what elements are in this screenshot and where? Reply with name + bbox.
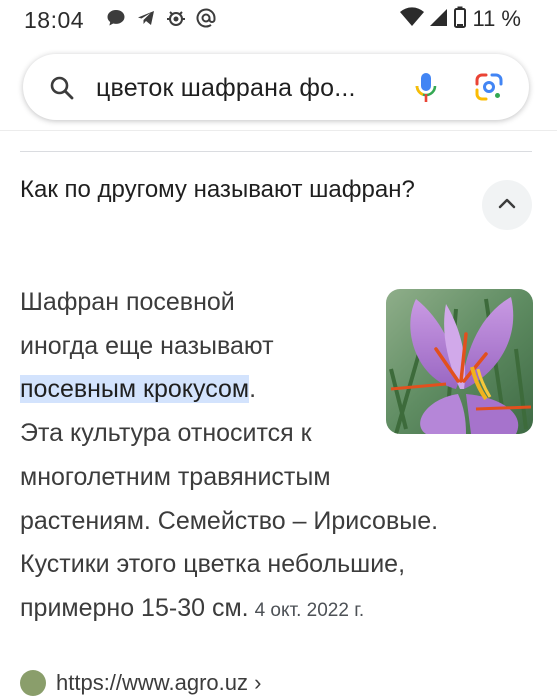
chat-icon: [106, 8, 126, 33]
answer-line: примерно 15-30 см. 4 окт. 2022 г.: [20, 587, 525, 633]
site-favicon-icon: [20, 670, 46, 696]
saffron-flower-image[interactable]: [386, 289, 533, 434]
status-time: 18:04: [24, 7, 85, 33]
status-bar: 18:04 11 %: [0, 0, 557, 42]
search-icon[interactable]: [49, 75, 75, 106]
wifi-icon: [400, 6, 425, 32]
answer-period: .: [249, 375, 257, 404]
answer-line: многолетним травянистым: [20, 462, 331, 491]
answer-line: Кустики этого цветка небольшие,: [20, 550, 406, 579]
battery-icon: [454, 6, 467, 33]
chevron-up-icon: [498, 196, 516, 214]
source-url[interactable]: https://www.agro.uz ›: [56, 670, 261, 696]
collapse-button[interactable]: [482, 180, 532, 230]
answer-date: 4 окт. 2022 г.: [254, 599, 365, 621]
question-heading[interactable]: Как по другому называют шафран?: [20, 172, 440, 207]
answer-line: растениям. Семейство – Ирисовые.: [20, 506, 439, 535]
telegram-icon: [136, 8, 156, 33]
bug-icon: [166, 8, 186, 33]
search-bar[interactable]: цветок шафрана фо...: [23, 54, 529, 120]
mic-icon[interactable]: [414, 72, 438, 109]
system-icons: 11 %: [400, 6, 521, 33]
google-lens-icon[interactable]: [474, 72, 504, 107]
at-icon: [196, 8, 216, 33]
battery-percent: 11 %: [472, 6, 521, 31]
notification-icons: [106, 8, 216, 33]
source-link[interactable]: https://www.agro.uz ›: [20, 660, 261, 696]
highlighted-answer: посевным крокусом: [20, 375, 250, 404]
section-divider: [20, 151, 532, 152]
search-query[interactable]: цветок шафрана фо...: [96, 74, 356, 103]
answer-last-text: примерно 15-30 см.: [20, 593, 249, 622]
signal-icon: [430, 7, 448, 32]
header-divider: [0, 130, 557, 131]
